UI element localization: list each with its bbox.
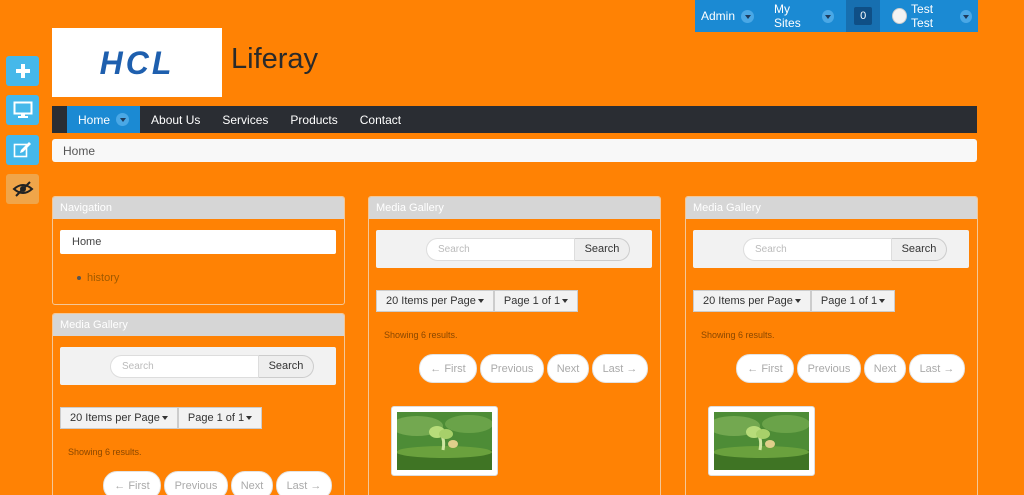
nav-item-label: Contact: [359, 112, 402, 127]
search-input[interactable]: Search: [743, 237, 892, 261]
search-button[interactable]: Search: [575, 237, 630, 261]
navigation-home-link[interactable]: Home: [60, 230, 336, 254]
chevron-down-icon: [960, 9, 972, 23]
sprout-graphic: [714, 412, 809, 470]
search-bar: Search Search: [693, 230, 969, 268]
sprout-graphic: [397, 412, 492, 470]
page-select[interactable]: Page 1 of 1: [810, 290, 896, 312]
media-gallery-portlet: Media Gallery Search Search 20 Items per…: [685, 196, 978, 495]
chevron-down-icon: [116, 113, 130, 126]
next-button[interactable]: Next: [547, 354, 589, 383]
pagination-controls: 20 Items per Page Page 1 of 1: [60, 407, 263, 429]
portlet-title: Media Gallery: [686, 197, 977, 219]
edit-button[interactable]: [6, 135, 39, 165]
pager: ← First Previous Next Last →: [103, 471, 332, 495]
hcl-logo: HCL: [100, 48, 175, 78]
nav-item-about-us[interactable]: About Us: [140, 106, 211, 133]
preview-button[interactable]: [6, 95, 39, 125]
next-button[interactable]: Next: [231, 471, 273, 495]
next-button[interactable]: Next: [864, 354, 906, 383]
first-button[interactable]: ← First: [736, 354, 794, 383]
navigation-history-link[interactable]: history: [87, 272, 119, 284]
toggle-controls-button[interactable]: [6, 174, 39, 204]
avatar: [892, 8, 908, 24]
nav-item-label: Home: [78, 112, 111, 127]
items-per-page-select[interactable]: 20 Items per Page: [693, 290, 811, 312]
plus-icon: [15, 64, 30, 78]
search-input[interactable]: Search: [426, 237, 575, 261]
pager: ← First Previous Next Last →: [736, 354, 965, 383]
gallery-thumbnail[interactable]: [391, 406, 498, 476]
breadcrumb: Home: [52, 139, 977, 162]
gallery-thumbnail[interactable]: [708, 406, 815, 476]
sprout-image: [714, 412, 809, 470]
nav-item-services[interactable]: Services: [211, 106, 279, 133]
notifications-button[interactable]: 0: [846, 0, 881, 32]
results-count: Showing 6 results.: [68, 447, 142, 457]
nav-item-products[interactable]: Products: [279, 106, 348, 133]
last-button[interactable]: Last →: [276, 471, 332, 495]
list-item: history: [77, 272, 119, 284]
search-input[interactable]: Search: [110, 354, 259, 378]
edit-icon: [13, 142, 31, 158]
user-name: Test Test: [911, 2, 934, 30]
pagination-controls: 20 Items per Page Page 1 of 1: [693, 290, 896, 312]
sprout-image: [397, 412, 492, 470]
admin-label: Admin: [701, 9, 736, 23]
nav-item-contact[interactable]: Contact: [349, 106, 412, 133]
eye-slash-icon: [11, 181, 34, 197]
portlet-title: Media Gallery: [53, 314, 344, 336]
items-per-page-select[interactable]: 20 Items per Page: [376, 290, 494, 312]
previous-button[interactable]: Previous: [164, 471, 228, 495]
breadcrumb-home-link[interactable]: Home: [63, 144, 95, 158]
pagination-controls: 20 Items per Page Page 1 of 1: [376, 290, 579, 312]
pager: ← First Previous Next Last →: [419, 354, 648, 383]
nav-item-home[interactable]: Home: [67, 106, 141, 133]
nav-item-label: About Us: [151, 112, 201, 127]
portlet-title: Navigation: [53, 197, 344, 219]
main-navigation: Home About Us Services Products Contact: [52, 106, 977, 133]
svg-text:HCL: HCL: [100, 48, 175, 78]
chevron-down-icon: [822, 9, 835, 23]
admin-menu[interactable]: Admin: [695, 0, 760, 32]
my-sites-menu[interactable]: My Sites: [768, 0, 840, 32]
previous-button[interactable]: Previous: [797, 354, 861, 383]
media-gallery-portlet: Media Gallery Search Search 20 Items per…: [52, 313, 345, 495]
nav-item-label: Services: [222, 112, 269, 127]
portlet-title: Media Gallery: [369, 197, 660, 219]
chevron-down-icon: [741, 9, 755, 23]
media-gallery-portlet: Media Gallery Search Search 20 Items per…: [368, 196, 661, 495]
page-select[interactable]: Page 1 of 1: [493, 290, 579, 312]
notification-count-badge: 0: [854, 7, 873, 25]
results-count: Showing 6 results.: [384, 330, 458, 340]
dockbar: Admin My Sites 0 Test Test: [695, 0, 978, 32]
add-button[interactable]: [6, 56, 39, 86]
last-button[interactable]: Last →: [592, 354, 648, 383]
search-button[interactable]: Search: [892, 237, 947, 261]
site-name: Liferay: [231, 43, 319, 75]
navigation-portlet: Navigation Home history: [52, 196, 345, 305]
items-per-page-select[interactable]: 20 Items per Page: [60, 407, 178, 429]
results-count: Showing 6 results.: [701, 330, 775, 340]
desktop-icon: [13, 101, 32, 118]
previous-button[interactable]: Previous: [480, 354, 544, 383]
bullet-icon: [77, 276, 81, 280]
first-button[interactable]: ← First: [103, 471, 161, 495]
last-button[interactable]: Last →: [909, 354, 965, 383]
search-bar: Search Search: [376, 230, 652, 268]
site-logo[interactable]: HCL: [52, 28, 222, 97]
first-button[interactable]: ← First: [419, 354, 477, 383]
user-menu[interactable]: Test Test: [886, 0, 978, 32]
search-button[interactable]: Search: [259, 354, 314, 378]
search-bar: Search Search: [60, 347, 336, 385]
page-select[interactable]: Page 1 of 1: [177, 407, 263, 429]
my-sites-label: My Sites: [774, 2, 801, 30]
nav-item-label: Products: [290, 112, 338, 127]
